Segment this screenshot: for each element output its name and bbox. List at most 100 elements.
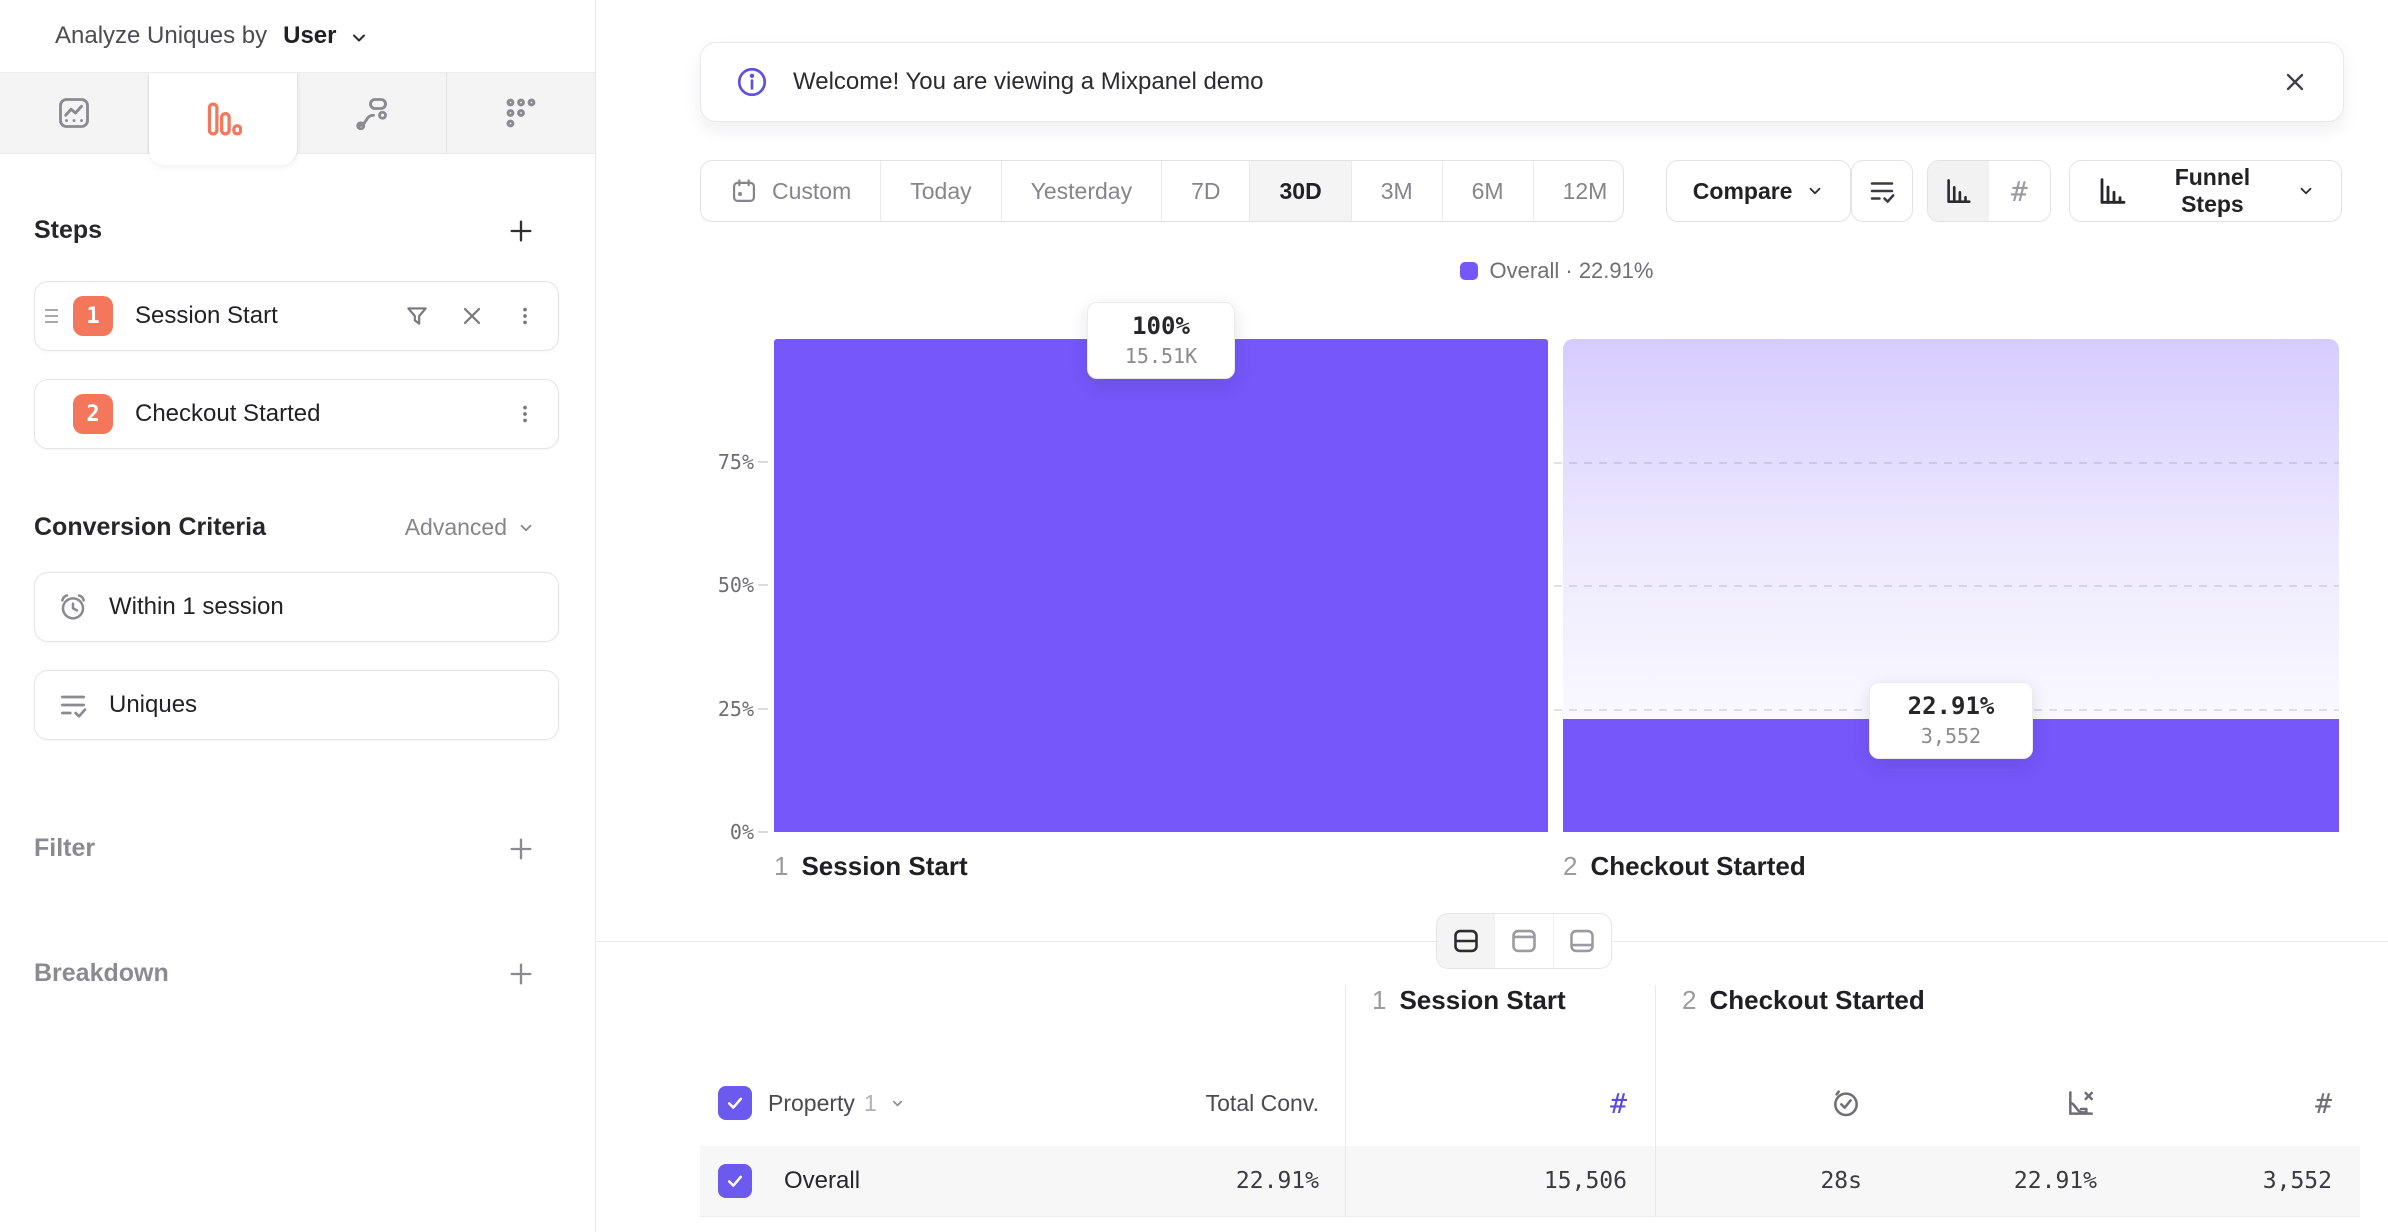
property-dropdown[interactable]: Property 1 [768, 1090, 905, 1117]
drag-handle-icon[interactable] [45, 309, 58, 323]
metric-header-conv-rate[interactable] [1890, 1060, 2125, 1146]
tab-flows[interactable] [298, 73, 447, 153]
layout-chart-view-button[interactable] [1495, 914, 1553, 968]
compare-button[interactable]: Compare [1666, 160, 1852, 222]
mode-percent-bars[interactable] [1928, 161, 1989, 221]
y-axis-tick: 0% [674, 820, 754, 844]
chart-type-label: Funnel Steps [2142, 164, 2283, 218]
table-subheader-left: Property 1 Total Conv. [700, 1060, 1345, 1146]
analyze-entity-dropdown[interactable]: User [283, 22, 336, 50]
add-breakdown-button[interactable] [507, 960, 535, 988]
tab-funnels[interactable] [149, 73, 298, 165]
legend-series-label: Overall [1490, 258, 1560, 283]
chart-type-dropdown[interactable]: Funnel Steps [2069, 160, 2342, 222]
checkbox-check-icon [725, 1171, 745, 1191]
conversion-window-label[interactable]: Within 1 session [109, 593, 284, 621]
steps-section-head: Steps [34, 216, 559, 245]
group-header-session-start: 1 Session Start [1345, 985, 1655, 1060]
step-remove-button[interactable] [460, 304, 484, 328]
info-icon [735, 65, 769, 99]
chevron-down-icon[interactable] [349, 25, 369, 48]
clock-check-icon [1830, 1087, 1862, 1119]
bar-chart-icon [1943, 176, 1973, 206]
layout-bottom-icon [1568, 927, 1596, 955]
uniques-toggle-button[interactable] [1851, 160, 1912, 222]
step-card-2[interactable]: 2 Checkout Started [34, 379, 559, 449]
x-axis-label-step-1: 1 Session Start [774, 851, 968, 882]
step-label[interactable]: Checkout Started [135, 400, 320, 428]
close-icon [2281, 68, 2309, 96]
bar-count-label: 15.51K [1088, 343, 1234, 370]
banner-close-button[interactable] [2281, 68, 2309, 96]
layout-split-view-button[interactable] [1437, 914, 1495, 968]
calendar-icon [730, 177, 758, 205]
metric-header-step2-count[interactable]: # [2125, 1060, 2360, 1146]
step-menu-button[interactable] [514, 305, 536, 327]
date-range-custom[interactable]: Custom [701, 161, 881, 221]
list-check-icon [57, 689, 89, 721]
date-range-label: Custom [772, 178, 851, 205]
step-filter-button[interactable] [404, 303, 430, 329]
tab-retention[interactable] [447, 73, 595, 153]
funnel-bar-session-start[interactable] [774, 339, 1548, 832]
y-axis-tickmark [758, 584, 768, 586]
filter-title: Filter [34, 834, 95, 863]
group-step-name: Session Start [1399, 985, 1565, 1016]
row-checkbox[interactable] [718, 1164, 752, 1198]
bar-value-tooltip: 100% 15.51K [1087, 302, 1235, 379]
row-label: Overall [784, 1167, 860, 1195]
mode-absolute-numbers[interactable]: # [1989, 161, 2050, 221]
analyze-row: Analyze Uniques by User [0, 0, 595, 72]
layout-top-icon [1510, 927, 1538, 955]
property-label: Property [768, 1090, 855, 1117]
date-range-label: 3M [1381, 178, 1413, 205]
metric-header-time-to-convert[interactable] [1655, 1060, 1890, 1146]
step-label[interactable]: Session Start [135, 302, 278, 330]
date-range-today[interactable]: Today [881, 161, 1001, 221]
date-range-yesterday[interactable]: Yesterday [1002, 161, 1162, 221]
query-sidebar: Analyze Uniques by User [0, 0, 596, 1232]
bar-pct-label: 22.91% [1870, 690, 2032, 723]
hash-icon: # [1610, 1087, 1627, 1120]
date-range-30d[interactable]: 30D [1250, 161, 1351, 221]
metric-header-step1-count[interactable]: # [1345, 1060, 1655, 1146]
counting-method-label[interactable]: Uniques [109, 691, 197, 719]
add-step-button[interactable] [507, 217, 535, 245]
legend-series-value: 22.91% [1579, 258, 1654, 283]
step-name: Session Start [801, 851, 967, 882]
tab-insights[interactable] [0, 73, 149, 153]
funnel-dropoff-area-checkout-started[interactable] [1563, 339, 2339, 719]
conversion-window-card[interactable]: Within 1 session [34, 572, 559, 642]
counting-method-card[interactable]: Uniques [34, 670, 559, 740]
plus-icon [507, 960, 535, 988]
analyze-label: Analyze Uniques by [55, 22, 267, 50]
step-number: 1 [774, 851, 788, 882]
date-range-3m[interactable]: 3M [1352, 161, 1443, 221]
date-range-7d[interactable]: 7D [1162, 161, 1250, 221]
step-number: 2 [1563, 851, 1577, 882]
step-card-1[interactable]: 1 Session Start [34, 281, 559, 351]
alarm-clock-icon [57, 591, 89, 623]
report-main: Welcome! You are viewing a Mixpanel demo… [596, 0, 2388, 1232]
date-range-12m[interactable]: 12M [1534, 161, 1624, 221]
layout-table-view-button[interactable] [1554, 914, 1611, 968]
select-all-checkbox[interactable] [718, 1086, 752, 1120]
date-range-label: 30D [1279, 178, 1321, 205]
chevron-down-icon [886, 1096, 905, 1111]
x-icon [460, 304, 484, 328]
date-range-label: 12M [1563, 178, 1608, 205]
welcome-banner: Welcome! You are viewing a Mixpanel demo [700, 42, 2344, 122]
date-range-6m[interactable]: 6M [1443, 161, 1534, 221]
retention-grid-icon [503, 95, 539, 131]
breakdown-title: Breakdown [34, 959, 169, 988]
date-range-label: 7D [1191, 178, 1220, 205]
report-tabbar [0, 72, 595, 154]
add-filter-button[interactable] [507, 835, 535, 863]
advanced-dropdown[interactable]: Advanced [405, 514, 535, 541]
row-time-to-convert: 28s [1655, 1146, 1890, 1217]
bar-count-label: 3,552 [1870, 723, 2032, 750]
legend-text[interactable]: Overall · 22.91% [1490, 258, 1654, 284]
flows-icon [354, 95, 390, 131]
breakdown-section-head: Breakdown [34, 959, 559, 988]
step-menu-button[interactable] [514, 403, 536, 425]
